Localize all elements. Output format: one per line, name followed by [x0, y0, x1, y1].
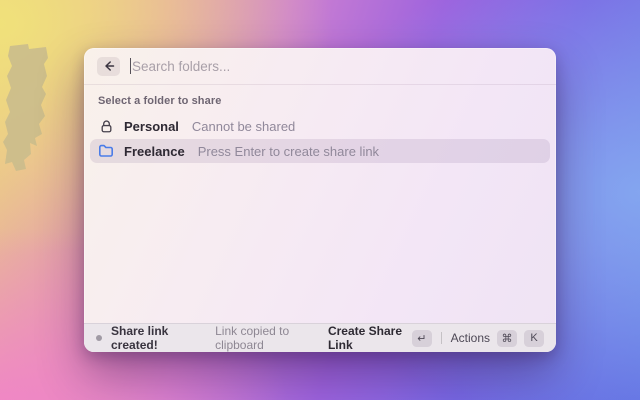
list-item-subtitle: Press Enter to create share link [198, 144, 379, 159]
search-input[interactable] [132, 59, 543, 74]
share-folder-panel: Select a folder to share Personal Cannot… [84, 48, 556, 352]
return-key-icon[interactable]: ↵ [412, 330, 432, 347]
command-key-icon[interactable]: ⌘ [497, 330, 517, 347]
back-button[interactable] [97, 57, 120, 76]
list-item-freelance[interactable]: Freelance Press Enter to create share li… [90, 139, 550, 163]
search-bar [84, 48, 556, 85]
lock-icon [98, 118, 114, 134]
list-item-label: Personal [124, 119, 179, 134]
divider [441, 332, 442, 344]
create-share-link-button[interactable]: Create Share Link [328, 324, 405, 352]
list-item-label: Freelance [124, 144, 185, 159]
k-key-icon[interactable]: K [524, 330, 544, 347]
list-item-personal[interactable]: Personal Cannot be shared [90, 114, 550, 138]
toast-title: Share link created! [111, 324, 207, 352]
arrow-left-icon [103, 60, 115, 72]
footer-actions: Create Share Link ↵ Actions ⌘ K [328, 324, 544, 352]
list-item-subtitle: Cannot be shared [192, 119, 295, 134]
actions-button[interactable]: Actions [451, 331, 490, 345]
section-header: Select a folder to share [98, 95, 542, 107]
search-area [130, 58, 543, 74]
footer-bar: Share link created! Link copied to clipb… [84, 323, 556, 352]
folder-icon [98, 143, 114, 159]
toast-subtitle: Link copied to clipboard [215, 324, 328, 352]
text-caret [130, 58, 131, 74]
toast-dot-icon [96, 335, 102, 341]
folder-list: Select a folder to share Personal Cannot… [84, 85, 556, 323]
wallpaper-blob [2, 42, 64, 172]
